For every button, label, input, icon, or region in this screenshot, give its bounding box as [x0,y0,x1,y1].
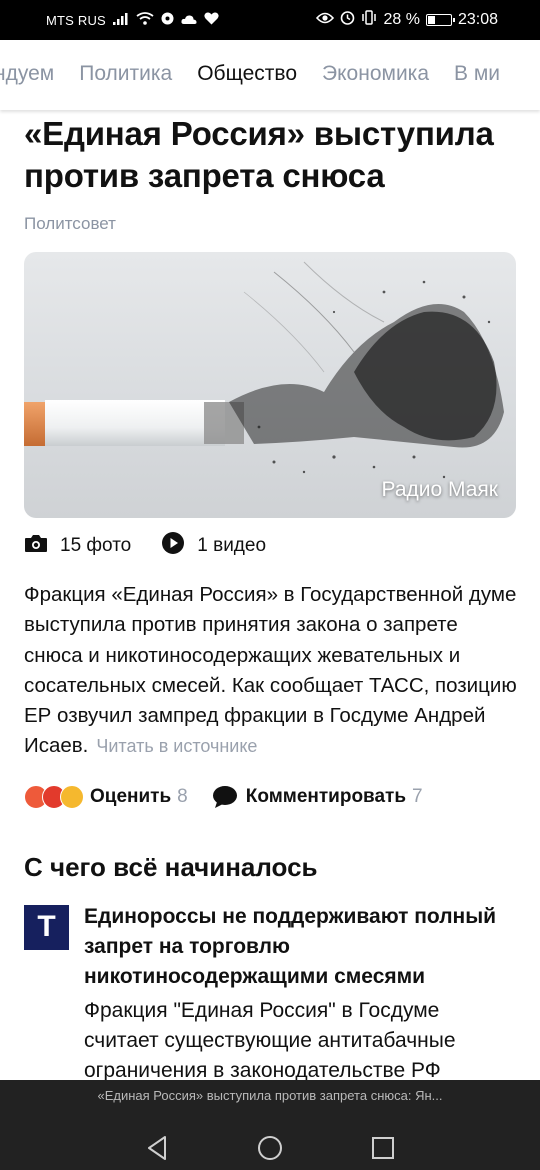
wifi-icon [136,12,154,28]
photos-count: 15 фото [60,535,132,556]
article-body-text: Фракция «Единая Россия» в Государственно… [24,583,517,758]
image-credit: Радио Маяк [381,478,498,501]
source-logo: T [24,904,69,950]
navigation-bar [0,1131,540,1165]
home-icon[interactable] [253,1131,287,1165]
battery-percent: 28 % [383,11,420,28]
article-actions: Оценить 8 Комментировать 7 [24,782,518,812]
tab-world[interactable]: В ми [454,62,500,86]
article-headline: «Единая Россия» выступила против запрета… [24,115,494,194]
tab-economy[interactable]: Экономика [322,62,429,86]
back-icon[interactable] [140,1131,174,1165]
tab-politics[interactable]: Политика [79,62,172,86]
article-source[interactable]: Политсовет [24,214,518,234]
photos-link[interactable]: 15 фото [24,533,131,559]
signal-icon [112,12,129,28]
category-tabs: ндуем Политика Общество Экономика В ми [0,40,540,110]
media-counters: 15 фото 1 видео [24,532,518,560]
battery-icon [425,14,455,26]
related-story-title[interactable]: Единороссы не поддерживают полный запрет… [84,902,518,992]
reaction-emojis[interactable] [24,784,84,809]
recents-icon[interactable] [366,1131,400,1165]
comment-icon [212,785,238,809]
clock: 23:08 [457,11,498,28]
comment-label: Комментировать [245,785,407,807]
camera-icon [24,533,48,559]
related-story-snippet: Фракция "Единая Россия" в Госдуме считае… [84,998,456,1082]
ball-icon [161,12,174,28]
system-bottom-bar: «Единая Россия» выступила против запрета… [0,1080,540,1170]
play-icon [161,531,185,561]
rate-count: 8 [177,785,188,807]
read-in-source-link[interactable]: Читать в источнике [96,736,257,756]
vibrate-icon [361,10,377,30]
comment-button[interactable]: Комментировать 7 [212,785,423,809]
article-body: Фракция «Единая Россия» в Государственно… [24,580,518,762]
videos-link[interactable]: 1 видео [161,531,266,561]
comment-count: 7 [412,785,423,807]
videos-count: 1 видео [197,535,267,556]
tab-society[interactable]: Общество [197,62,297,86]
hero-image[interactable]: Радио Маяк [24,252,516,518]
status-bar: MTS RUS 28 % 23:08 [0,0,540,40]
eye-icon [316,11,335,29]
tab-recommended[interactable]: ндуем [0,62,54,86]
related-story[interactable]: T Единороссы не поддерживают полный запр… [24,902,518,1086]
laughing-emoji-icon [60,784,84,809]
alarm-icon [340,10,355,30]
section-title: С чего всё начиналось [24,851,318,882]
health-icon [204,12,219,28]
rate-button[interactable]: Оценить [90,786,171,808]
cloud-icon [181,12,197,28]
page-title-bar[interactable]: «Единая Россия» выступила против запрета… [0,1088,540,1103]
carrier-name: MTS RUS [46,12,106,28]
article: «Единая Россия» выступила против запрета… [24,110,518,1086]
